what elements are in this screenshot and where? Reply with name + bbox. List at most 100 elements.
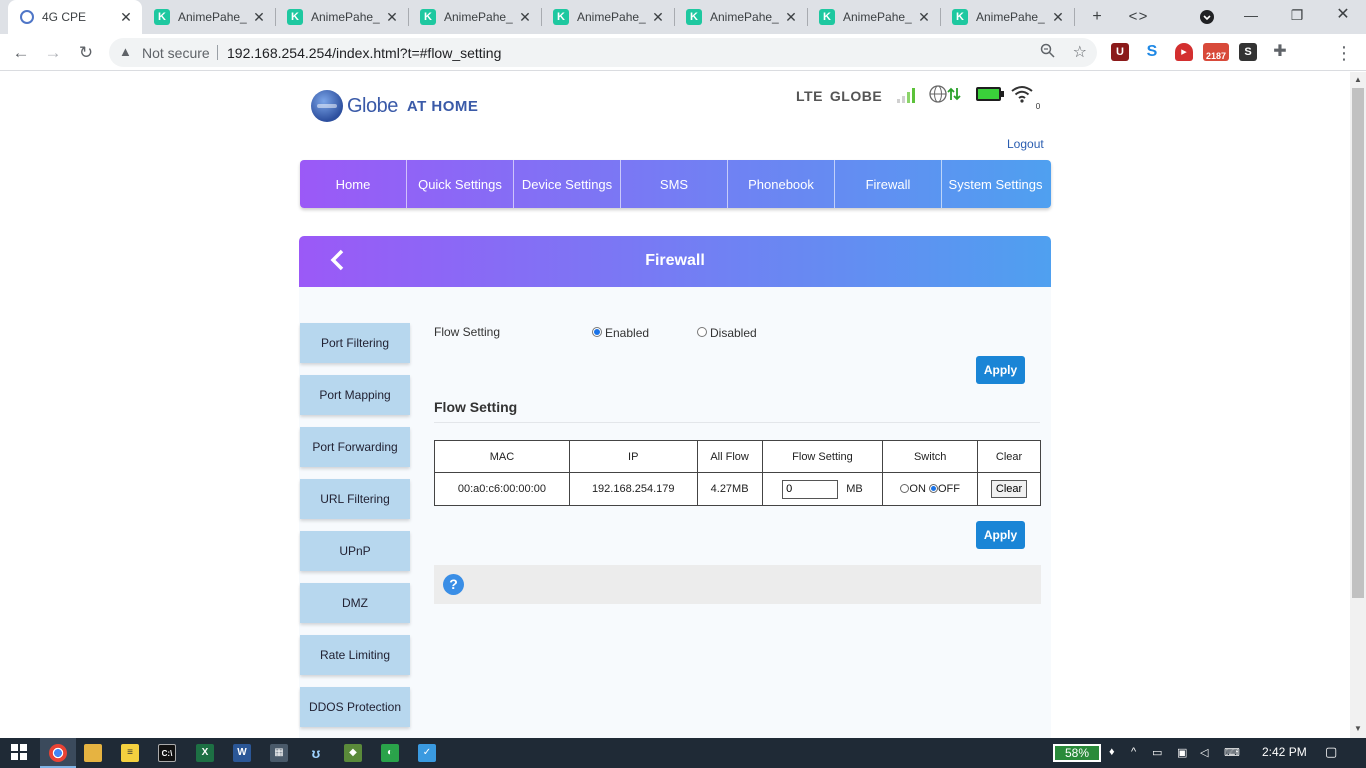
switch-off-radio[interactable] (928, 484, 938, 493)
clock[interactable]: 2:42 PM (1262, 745, 1307, 759)
minimize-icon[interactable]: — (1228, 0, 1274, 30)
sidebar-item-upnp[interactable]: UPnP (300, 531, 410, 571)
flow-limit-input[interactable] (782, 479, 839, 499)
tab-4g-cpe[interactable]: 4G CPE ✕ (8, 0, 142, 34)
close-icon[interactable]: ✕ (650, 9, 666, 25)
k-favicon-icon: K (952, 9, 968, 25)
notifications-icon[interactable]: ▢ (1325, 744, 1337, 760)
cell-clear: Clear (977, 472, 1041, 506)
sidebar-item-port-mapping[interactable]: Port Mapping (300, 375, 410, 415)
folder-icon[interactable] (84, 744, 102, 762)
apply-button[interactable]: Apply (976, 356, 1025, 384)
blue-app-icon[interactable]: ✓ (418, 744, 436, 762)
nav-sms[interactable]: SMS (621, 160, 728, 208)
tab-animepahe[interactable]: K AnimePahe_ ✕ (142, 0, 276, 34)
app-icon[interactable]: ʊ (307, 744, 325, 762)
sidebar-item-url-filtering[interactable]: URL Filtering (300, 479, 410, 519)
power-icon[interactable]: ▭ (1152, 746, 1162, 759)
tab-scroll-right-icon[interactable]: > (1131, 5, 1155, 29)
close-icon[interactable]: ✕ (916, 9, 932, 25)
nav-device-settings[interactable]: Device Settings (514, 160, 621, 208)
tab-animepahe[interactable]: K AnimePahe_ ✕ (541, 0, 675, 34)
globe-icon (311, 90, 343, 122)
router-page: Globe AT HOME LTE GLOBE 0 Logout Home Qu… (0, 72, 1350, 738)
address-bar[interactable]: ▲ Not secure 192.168.254.254/index.html?… (109, 38, 1097, 67)
close-icon[interactable]: ✕ (783, 9, 799, 25)
nav-system-settings[interactable]: System Settings (942, 160, 1049, 208)
battery-meter[interactable]: 58% (1053, 744, 1101, 762)
clear-button[interactable]: Clear (990, 480, 1028, 498)
nav-quick-settings[interactable]: Quick Settings (407, 160, 514, 208)
badge-extension-icon[interactable]: 2187 (1203, 43, 1229, 61)
word-icon[interactable]: W (233, 744, 251, 762)
notepad-icon[interactable]: ≡ (121, 744, 139, 762)
keyboard-icon[interactable]: ⌨ (1224, 746, 1240, 759)
panel-header: Firewall (299, 236, 1051, 287)
green-app-icon[interactable]: ◐ (381, 744, 399, 762)
apply-button-2[interactable]: Apply (976, 521, 1025, 549)
reload-icon[interactable]: ↻ (73, 40, 99, 66)
tab-title: AnimePahe_ (976, 10, 1045, 24)
cell-switch: ON OFF (882, 472, 979, 506)
battery-percent: 58% (1064, 746, 1090, 760)
game-icon[interactable]: ◆ (344, 744, 362, 762)
cell-all-flow: 4.27MB (696, 472, 763, 506)
excel-icon[interactable]: X (196, 744, 214, 762)
close-icon[interactable]: ✕ (384, 9, 400, 25)
sidebar-item-port-filtering[interactable]: Port Filtering (300, 323, 410, 363)
tab-search-icon[interactable] (1195, 5, 1219, 33)
nav-phonebook[interactable]: Phonebook (728, 160, 835, 208)
windows-start-icon[interactable] (10, 744, 28, 762)
disabled-radio[interactable] (697, 327, 707, 337)
main-nav: Home Quick Settings Device Settings SMS … (300, 160, 1051, 208)
help-question-icon[interactable]: ? (443, 574, 464, 595)
calculator-icon[interactable]: ▦ (270, 744, 288, 762)
close-icon[interactable]: ✕ (251, 9, 267, 25)
switch-on-label: ON (909, 483, 926, 495)
s-dark-extension-icon[interactable]: S (1239, 43, 1257, 61)
sidebar-item-dmz[interactable]: DMZ (300, 583, 410, 623)
close-icon[interactable]: ✕ (517, 9, 533, 25)
sidebar-item-ddos-protection[interactable]: DDOS Protection (300, 687, 410, 727)
cmd-icon[interactable]: C:\ (158, 744, 176, 762)
tab-animepahe[interactable]: K AnimePahe_ ✕ (275, 0, 409, 34)
scroll-down-icon[interactable]: ▼ (1350, 724, 1366, 733)
forward-arrow-icon[interactable]: → (40, 40, 66, 66)
nav-firewall[interactable]: Firewall (835, 160, 942, 208)
logo-subtext: AT HOME (406, 97, 479, 115)
tab-animepahe[interactable]: K AnimePahe_ ✕ (807, 0, 941, 34)
pen-icon[interactable]: ♦ (1109, 746, 1115, 758)
zoom-magnifier-icon[interactable] (1040, 43, 1055, 61)
cell-mac: 00:a0:c6:00:00:00 (434, 472, 570, 506)
puzzle-icon[interactable]: ✚ (1271, 43, 1289, 61)
shield-icon[interactable]: ▸ (1175, 43, 1193, 61)
tab-title: 4G CPE (42, 10, 87, 24)
close-icon[interactable]: ✕ (1050, 9, 1066, 25)
s-extension-icon[interactable]: S (1143, 43, 1161, 61)
scroll-thumb[interactable] (1352, 88, 1364, 598)
tab-animepahe[interactable]: K AnimePahe_ ✕ (940, 0, 1075, 34)
url-text[interactable]: 192.168.254.254/index.html?t=#flow_setti… (227, 45, 501, 61)
new-tab-plus-icon[interactable]: + (1085, 5, 1109, 29)
ublock-icon[interactable]: U (1111, 43, 1129, 61)
enabled-radio[interactable] (592, 327, 602, 337)
tab-animepahe[interactable]: K AnimePahe_ ✕ (408, 0, 542, 34)
browser-toolbar: ← → ↻ ▲ Not secure 192.168.254.254/index… (0, 34, 1366, 71)
network-tray-icon[interactable]: ▣ (1177, 746, 1187, 759)
tray-chevron-up-icon[interactable]: ^ (1131, 746, 1136, 758)
logout-link[interactable]: Logout (1007, 137, 1044, 151)
nav-home[interactable]: Home (300, 160, 407, 208)
scroll-up-icon[interactable]: ▲ (1350, 75, 1366, 84)
chrome-taskbar-button[interactable] (40, 738, 76, 768)
page-scrollbar[interactable]: ▲ ▼ (1350, 72, 1366, 738)
restore-icon[interactable]: ❐ (1274, 0, 1320, 30)
sidebar-item-rate-limiting[interactable]: Rate Limiting (300, 635, 410, 675)
sidebar-item-port-forwarding[interactable]: Port Forwarding (300, 427, 410, 467)
close-icon[interactable]: ✕ (118, 9, 134, 25)
bookmark-star-icon[interactable]: ☆ (1073, 42, 1087, 62)
back-arrow-icon[interactable]: ← (8, 40, 34, 66)
volume-icon[interactable]: ◁ (1200, 746, 1208, 759)
window-close-icon[interactable]: ✕ (1320, 0, 1366, 30)
menu-kebab-icon[interactable]: ⋮ (1331, 40, 1357, 66)
tab-animepahe[interactable]: K AnimePahe_ ✕ (674, 0, 808, 34)
